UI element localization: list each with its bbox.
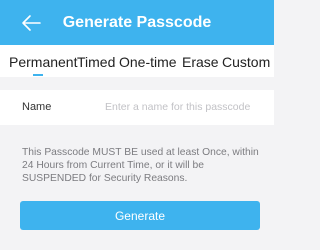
security-notice: This Passcode MUST BE used at least Once… [22, 147, 259, 184]
tab-one-time[interactable]: One-time [119, 54, 177, 70]
tab-permanent[interactable]: Permanent [9, 54, 77, 70]
generate-button[interactable]: Generate [20, 201, 260, 230]
tab-custom[interactable]: Custom [222, 54, 270, 70]
app-header: Generate Passcode [0, 0, 274, 45]
passcode-type-tabs: Permanent Timed One-time Erase Custom [0, 45, 274, 77]
name-input[interactable] [105, 96, 267, 118]
tab-erase[interactable]: Erase [182, 54, 219, 70]
name-label: Name [22, 101, 52, 113]
tab-timed[interactable]: Timed [77, 54, 115, 70]
name-field-row: Name [0, 90, 274, 125]
page-title: Generate Passcode [62, 14, 212, 31]
active-tab-indicator [33, 74, 43, 76]
